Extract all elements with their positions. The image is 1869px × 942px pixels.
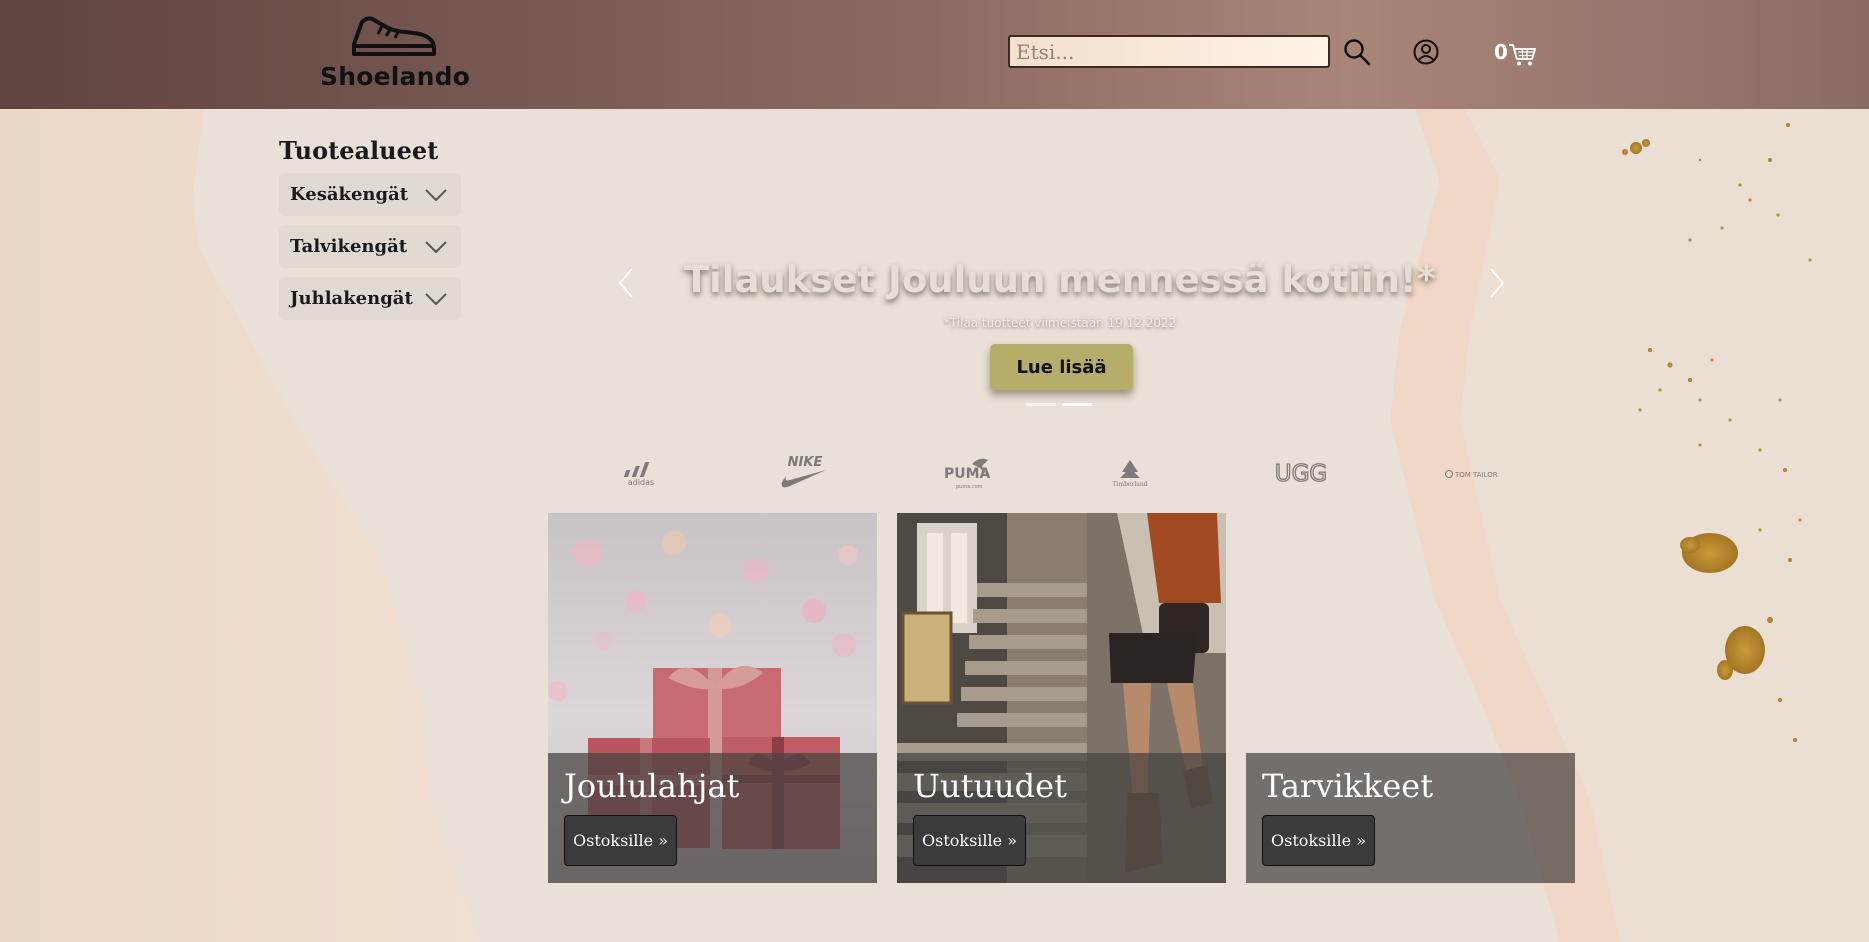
- cart-icon: [1509, 44, 1536, 66]
- brand-logo-nike[interactable]: NIKE: [778, 452, 828, 492]
- user-icon: [1413, 39, 1439, 65]
- sidebar-item-label: Talvikengät: [290, 236, 408, 257]
- adidas-logo-icon: adidas: [623, 462, 654, 487]
- hero-subtitle: *Tilaa tuotteet viimeistään 19.12.2022: [943, 316, 1177, 330]
- sidebar-item-label: Kesäkengät: [290, 184, 409, 205]
- logo[interactable]: Shoelando: [320, 14, 471, 92]
- shoe-logo-icon: [352, 16, 436, 56]
- carousel-indicator-1[interactable]: [1026, 403, 1056, 406]
- brand-logo-tom-tailor[interactable]: TOM TAILOR: [1442, 466, 1508, 480]
- ugg-logo-icon: UGG: [1274, 460, 1328, 487]
- logo-text: Shoelando: [320, 62, 471, 91]
- cart-button[interactable]: 0: [1494, 40, 1538, 68]
- chevron-down-icon: [425, 240, 447, 253]
- cart-count: 0: [1494, 40, 1508, 64]
- chevron-down-icon: [425, 188, 447, 201]
- chevron-down-icon: [425, 292, 447, 305]
- search-button[interactable]: [1343, 38, 1371, 66]
- card-title: Uutuudet: [913, 767, 1067, 805]
- brand-text: NIKE: [788, 455, 823, 470]
- category-card-uutuudet[interactable]: Uutuudet Ostoksille »: [897, 513, 1226, 883]
- site-header: Shoelando 0: [0, 0, 1869, 109]
- brand-logo-ugg[interactable]: UGG: [1273, 460, 1329, 487]
- brand-text: Timberland: [1112, 481, 1147, 488]
- hero-title: Tilaukset Jouluun mennessä kotiin!*: [683, 258, 1437, 301]
- account-button[interactable]: [1412, 38, 1440, 66]
- tom-tailor-logo-icon: TOM TAILOR: [1445, 470, 1498, 479]
- read-more-button[interactable]: Lue lisää: [990, 344, 1133, 390]
- shop-button[interactable]: Ostoksille »: [913, 815, 1026, 866]
- sidebar-item-juhlakengat[interactable]: Juhlakengät: [279, 277, 461, 320]
- category-sidebar: Tuotealueet Kesäkengät Talvikengät Juhla…: [279, 136, 469, 329]
- shop-button[interactable]: Ostoksille »: [1262, 815, 1375, 866]
- sidebar-item-talvikengat[interactable]: Talvikengät: [279, 225, 461, 268]
- sidebar-item-label: Juhlakengät: [290, 288, 413, 309]
- card-title: Tarvikkeet: [1262, 767, 1434, 805]
- puma-logo-icon: PUMA puma.com: [944, 458, 991, 490]
- timberland-logo-icon: Timberland: [1112, 460, 1148, 488]
- brand-logo-timberland[interactable]: Timberland: [1110, 458, 1150, 488]
- search-icon: [1344, 39, 1371, 66]
- card-title: Joululahjat: [564, 767, 740, 805]
- search-input[interactable]: [1008, 35, 1330, 68]
- category-card-joululahjat[interactable]: Joululahjat Ostoksille »: [548, 513, 877, 883]
- brand-text: TOM TAILOR: [1454, 471, 1498, 479]
- brand-text: adidas: [628, 478, 654, 486]
- brand-logo-adidas[interactable]: adidas: [623, 460, 658, 487]
- category-card-tarvikkeet[interactable]: Tarvikkeet Ostoksille »: [1246, 513, 1575, 883]
- brand-text: UGG: [1275, 461, 1327, 486]
- carousel-indicators: [1026, 403, 1092, 406]
- brand-logo-puma[interactable]: PUMA puma.com: [942, 454, 991, 490]
- sidebar-item-kesakengat[interactable]: Kesäkengät: [279, 173, 461, 216]
- svg-text:puma.com: puma.com: [956, 484, 983, 490]
- sidebar-title: Tuotealueet: [279, 136, 439, 165]
- nike-logo-icon: NIKE: [781, 455, 826, 488]
- shop-button[interactable]: Ostoksille »: [564, 815, 677, 866]
- carousel-indicator-2[interactable]: [1062, 403, 1092, 406]
